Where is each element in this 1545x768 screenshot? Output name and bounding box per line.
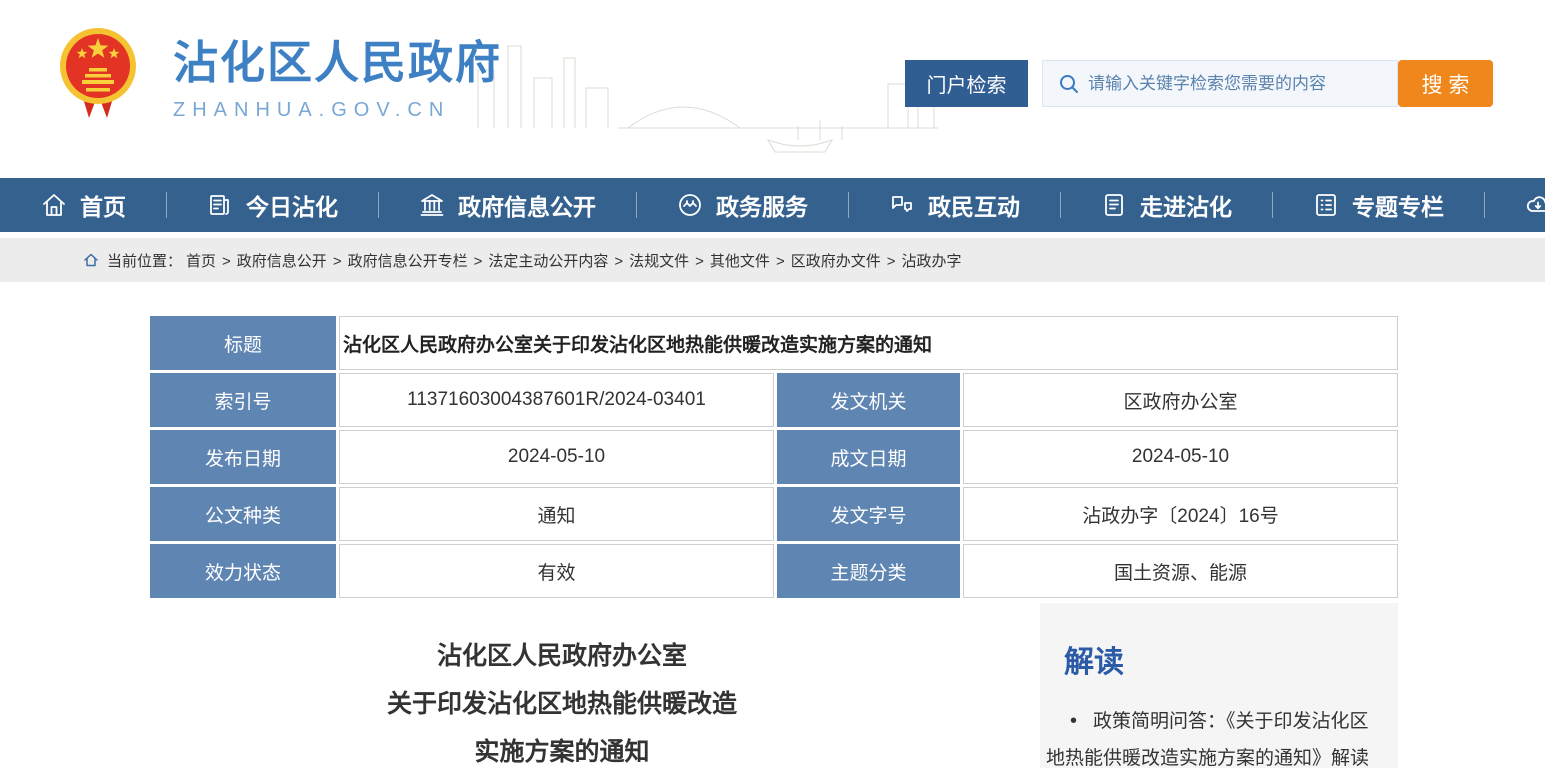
article-title: 沾化区人民政府办公室 关于印发沾化区地热能供暖改造 实施方案的通知 — [150, 632, 974, 768]
nav-item-label: 政民互动 — [928, 188, 1020, 222]
article-title-line3: 实施方案的通知 — [150, 728, 974, 768]
breadcrumb-bar: 当前位置： 首页 政府信息公开 政府信息公开专栏 法定主动公开内容 法规文件 其… — [0, 238, 1545, 282]
meta-label-document-number: 发文字号 — [777, 487, 960, 541]
page: 沾化区人民政府 ZHANHUA.GOV.CN 门户检索 搜 索 首页 — [0, 0, 1545, 768]
document-icon — [1100, 191, 1128, 219]
meta-value-title: 沾化区人民政府办公室关于印发沾化区地热能供暖改造实施方案的通知 — [339, 316, 1398, 370]
nav-item-label: 首页 — [80, 188, 126, 222]
meta-label-publish-date: 发布日期 — [150, 430, 336, 484]
meta-label-topic-category: 主题分类 — [777, 544, 960, 598]
site-header: 沾化区人民政府 ZHANHUA.GOV.CN 门户检索 搜 索 — [0, 0, 1545, 178]
search-icon — [1058, 73, 1080, 95]
site-name: 沾化区人民政府 — [173, 26, 502, 91]
document-metadata-table: 标题 沾化区人民政府办公室关于印发沾化区地热能供暖改造实施方案的通知 索引号 1… — [150, 316, 1398, 598]
interpretation-heading: 解读 — [1064, 637, 1398, 681]
meta-value-issuing-agency: 区政府办公室 — [963, 373, 1398, 427]
cloud-download-icon — [1524, 191, 1545, 219]
breadcrumb-item-statutory-content[interactable]: 法定主动公开内容 — [488, 250, 629, 271]
nav-item-label: 今日沾化 — [246, 188, 338, 222]
site-logo[interactable]: 沾化区人民政府 ZHANHUA.GOV.CN — [55, 26, 502, 122]
site-title-block: 沾化区人民政府 ZHANHUA.GOV.CN — [173, 26, 502, 122]
meta-label-title: 标题 — [150, 316, 336, 370]
meta-value-publish-date: 2024-05-10 — [339, 430, 774, 484]
chat-icon — [888, 191, 916, 219]
national-emblem-icon — [55, 26, 141, 122]
meta-value-document-type: 通知 — [339, 487, 774, 541]
nav-item-public-interaction[interactable]: 政民互动 — [848, 178, 1060, 232]
search-button[interactable]: 搜 索 — [1398, 60, 1493, 107]
news-icon — [206, 191, 234, 219]
nav-item-gov-info-disclosure[interactable]: 政府信息公开 — [378, 178, 636, 232]
meta-value-written-date: 2024-05-10 — [963, 430, 1398, 484]
breadcrumb-item-home[interactable]: 首页 — [186, 250, 237, 271]
breadcrumb-item-district-office-files[interactable]: 区政府办文件 — [791, 250, 902, 271]
main-navbar: 首页 今日沾化 政府信息公开 — [0, 178, 1545, 232]
nav-item-open-data[interactable]: 数据开放 — [1484, 178, 1545, 232]
breadcrumb-item-gov-info-column[interactable]: 政府信息公开专栏 — [348, 250, 489, 271]
meta-value-validity-status: 有效 — [339, 544, 774, 598]
handshake-icon — [676, 191, 704, 219]
nav-item-label: 政府信息公开 — [458, 188, 596, 222]
nav-item-label: 专题专栏 — [1352, 188, 1444, 222]
meta-value-index-number: 11371603004387601R/2024-03401 — [339, 373, 774, 427]
breadcrumb-item-current: 沾政办字 — [901, 250, 961, 271]
search-box — [1042, 60, 1398, 107]
article-title-line2: 关于印发沾化区地热能供暖改造 — [150, 680, 974, 728]
home-icon — [40, 191, 68, 219]
breadcrumb-item-gov-info[interactable]: 政府信息公开 — [237, 250, 348, 271]
article-title-line1: 沾化区人民政府办公室 — [150, 632, 974, 680]
search-input[interactable] — [1080, 61, 1397, 106]
meta-label-written-date: 成文日期 — [777, 430, 960, 484]
meta-label-document-type: 公文种类 — [150, 487, 336, 541]
site-domain: ZHANHUA.GOV.CN — [173, 99, 502, 122]
interpretation-panel: 解读 政策简明问答：《关于印发沾化区地热能供暖改造实施方案的通知》解读 — [1040, 603, 1398, 768]
interpretation-link[interactable]: 政策简明问答：《关于印发沾化区地热能供暖改造实施方案的通知》解读 — [1046, 703, 1386, 768]
breadcrumb-item-other-files[interactable]: 其他文件 — [710, 250, 791, 271]
nav-item-label: 政务服务 — [716, 188, 808, 222]
breadcrumb-home-icon — [83, 252, 99, 268]
meta-value-document-number: 沾政办字〔2024〕16号 — [963, 487, 1398, 541]
nav-item-home[interactable]: 首页 — [0, 178, 166, 232]
meta-label-issuing-agency: 发文机关 — [777, 373, 960, 427]
header-cityscape-art — [468, 8, 948, 173]
list-icon — [1312, 191, 1340, 219]
nav-item-special-columns[interactable]: 专题专栏 — [1272, 178, 1484, 232]
portal-search-button[interactable]: 门户检索 — [905, 60, 1028, 107]
nav-item-today-zhanhua[interactable]: 今日沾化 — [166, 178, 378, 232]
breadcrumb-prefix: 当前位置： — [107, 250, 182, 271]
meta-value-topic-category: 国土资源、能源 — [963, 544, 1398, 598]
meta-label-index-number: 索引号 — [150, 373, 336, 427]
breadcrumb: 当前位置： 首页 政府信息公开 政府信息公开专栏 法定主动公开内容 法规文件 其… — [0, 238, 1545, 282]
breadcrumb-item-regulation-files[interactable]: 法规文件 — [629, 250, 710, 271]
gov-building-icon — [418, 191, 446, 219]
nav-item-gov-services[interactable]: 政务服务 — [636, 178, 848, 232]
nav-items: 首页 今日沾化 政府信息公开 — [0, 178, 1545, 232]
meta-label-validity-status: 效力状态 — [150, 544, 336, 598]
nav-item-enter-zhanhua[interactable]: 走进沾化 — [1060, 178, 1272, 232]
nav-item-label: 走进沾化 — [1140, 188, 1232, 222]
